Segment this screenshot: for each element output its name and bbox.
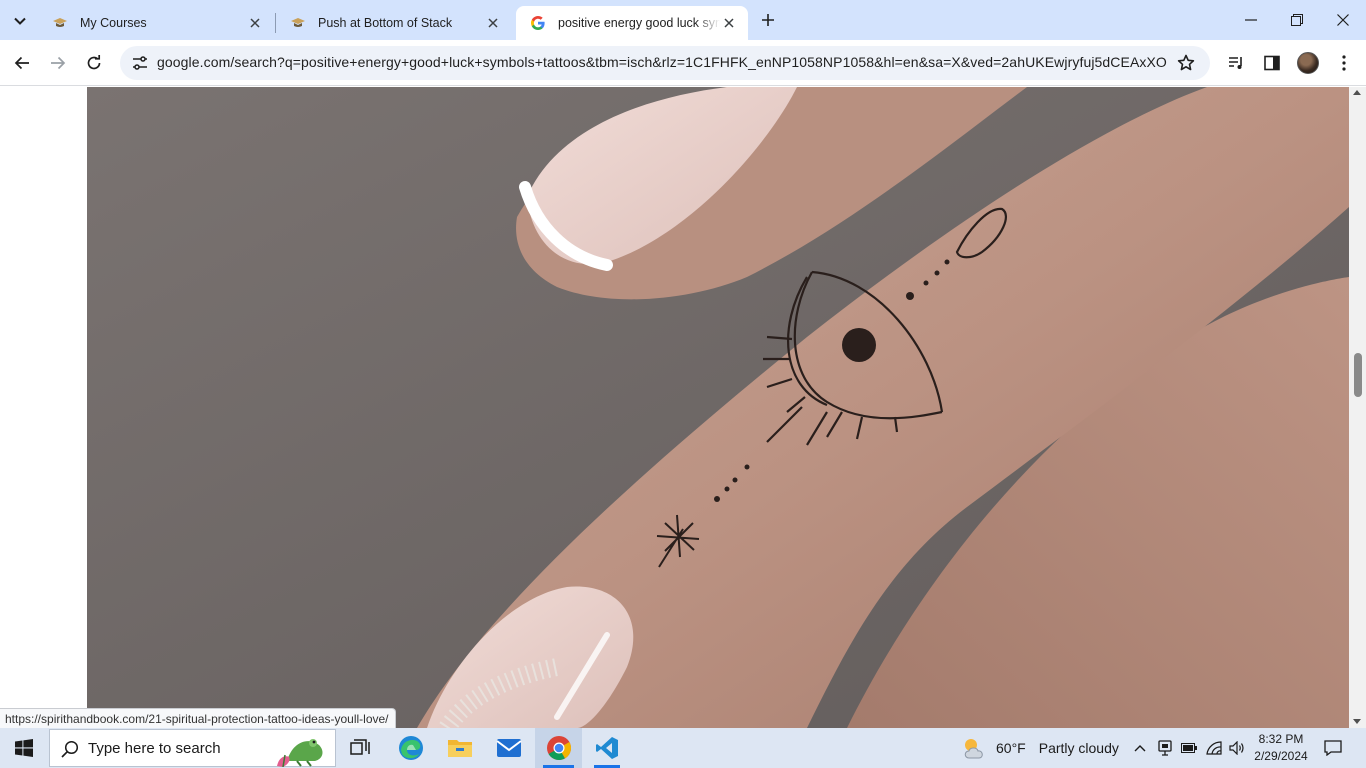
media-control-button[interactable]: [1222, 49, 1250, 77]
scroll-up-arrow[interactable]: [1353, 90, 1361, 95]
restore-icon: [1291, 14, 1303, 26]
volume-icon: [1229, 741, 1244, 755]
network-status[interactable]: [1202, 728, 1226, 768]
task-view-button[interactable]: [342, 728, 378, 768]
weather-widget[interactable]: 60°F Partly cloudy: [960, 728, 1119, 768]
course-hat-icon: [290, 15, 306, 31]
restore-button[interactable]: [1274, 0, 1320, 40]
notification-icon: [1324, 740, 1342, 756]
mail-icon: [496, 739, 522, 757]
tab-my-courses[interactable]: My Courses: [38, 6, 274, 40]
start-button[interactable]: [0, 728, 48, 768]
close-icon: [1337, 14, 1349, 26]
more-vert-icon: [1342, 55, 1346, 71]
page-content: https://spirithandbook.com/21-spiritual-…: [0, 87, 1366, 728]
new-tab-icon: [762, 14, 774, 26]
chrome-menu-button[interactable]: [1330, 49, 1358, 77]
tattoo-preview-image[interactable]: [87, 87, 1349, 728]
media-control-icon: [1229, 57, 1242, 69]
bookmark-button[interactable]: [1176, 53, 1196, 73]
windows-start-icon: [15, 739, 33, 757]
meet-now-icon: [1158, 740, 1172, 756]
close-icon[interactable]: [246, 14, 264, 32]
notification-center-button[interactable]: [1318, 728, 1348, 768]
wifi-icon: [1206, 741, 1222, 755]
weather-condition: Partly cloudy: [1038, 740, 1119, 756]
file-explorer-icon: [448, 740, 472, 757]
side-panel-icon: [1264, 55, 1280, 71]
url-text[interactable]: google.com/search?q=positive+energy+good…: [157, 54, 1167, 70]
browser-toolbar: google.com/search?q=positive+energy+good…: [0, 40, 1366, 86]
eye-pupil: [842, 328, 876, 362]
site-info-button[interactable]: [128, 51, 152, 75]
close-icon[interactable]: [720, 14, 738, 32]
taskbar-search-box[interactable]: Type here to search: [49, 729, 336, 767]
tab-google-search[interactable]: positive energy good luck symbols tattoo…: [516, 6, 748, 40]
forward-button[interactable]: [44, 49, 72, 77]
windows-taskbar: Type here to search 60°F Partly cloudy 8…: [0, 728, 1366, 768]
scroll-down-arrow[interactable]: [1353, 719, 1361, 724]
back-button[interactable]: [8, 49, 36, 77]
back-icon: [14, 56, 29, 70]
battery-status[interactable]: [1178, 728, 1200, 768]
scroll-thumb[interactable]: [1354, 353, 1362, 397]
minimize-button[interactable]: [1228, 0, 1274, 40]
google-g-icon: [530, 15, 546, 31]
search-placeholder: Type here to search: [88, 739, 221, 757]
tab-title: My Courses: [80, 16, 147, 30]
tab-strip: My Courses Push at Bottom of Stack posit…: [0, 0, 1366, 40]
volume-control[interactable]: [1226, 728, 1248, 768]
vertical-scrollbar[interactable]: [1349, 87, 1366, 728]
chevron-up-icon: [1134, 745, 1146, 752]
clock-date: 2/29/2024: [1254, 749, 1308, 763]
profile-avatar: [1297, 52, 1319, 74]
tab-search-button[interactable]: [6, 7, 34, 35]
system-clock[interactable]: 8:32 PM 2/29/2024: [1250, 731, 1312, 765]
new-tab-button[interactable]: [756, 8, 780, 32]
search-highlight-illustration: [277, 739, 323, 767]
clock-time: 8:32 PM: [1258, 732, 1304, 746]
task-view-icon: [350, 739, 370, 755]
close-window-button[interactable]: [1320, 0, 1366, 40]
status-bar-link: https://spirithandbook.com/21-spiritual-…: [0, 708, 396, 728]
search-icon: [61, 740, 79, 758]
side-panel-button[interactable]: [1258, 49, 1286, 77]
tab-title: positive energy good luck symbols tattoo…: [558, 16, 720, 30]
bookmark-star-icon: [1177, 54, 1195, 71]
vscode-icon: [596, 737, 618, 759]
show-hidden-icons-button[interactable]: [1130, 728, 1150, 768]
weather-icon: [964, 739, 983, 759]
forward-icon: [51, 56, 66, 70]
close-icon[interactable]: [484, 14, 502, 32]
meet-now-button[interactable]: [1154, 728, 1176, 768]
course-hat-icon: [52, 15, 68, 31]
taskbar-chrome[interactable]: [535, 728, 582, 768]
chrome-icon: [546, 736, 571, 761]
taskbar-vscode[interactable]: [586, 728, 628, 768]
taskbar-edge[interactable]: [392, 728, 430, 768]
profile-button[interactable]: [1294, 49, 1322, 77]
battery-icon: [1181, 743, 1197, 753]
site-info-icon: [133, 56, 147, 70]
reload-icon: [87, 55, 101, 70]
page-left-margin: [0, 87, 87, 728]
taskbar-mail[interactable]: [490, 728, 528, 768]
chevron-down-icon: [14, 17, 26, 25]
address-bar[interactable]: google.com/search?q=positive+energy+good…: [120, 46, 1210, 80]
tab-push-at-bottom-of-stack[interactable]: Push at Bottom of Stack: [276, 6, 512, 40]
taskbar-file-explorer[interactable]: [441, 728, 479, 768]
reload-button[interactable]: [80, 49, 108, 77]
weather-temperature: 60°F: [996, 740, 1026, 756]
tab-title: Push at Bottom of Stack: [318, 16, 453, 30]
edge-icon: [399, 736, 423, 760]
minimize-icon: [1245, 19, 1257, 21]
